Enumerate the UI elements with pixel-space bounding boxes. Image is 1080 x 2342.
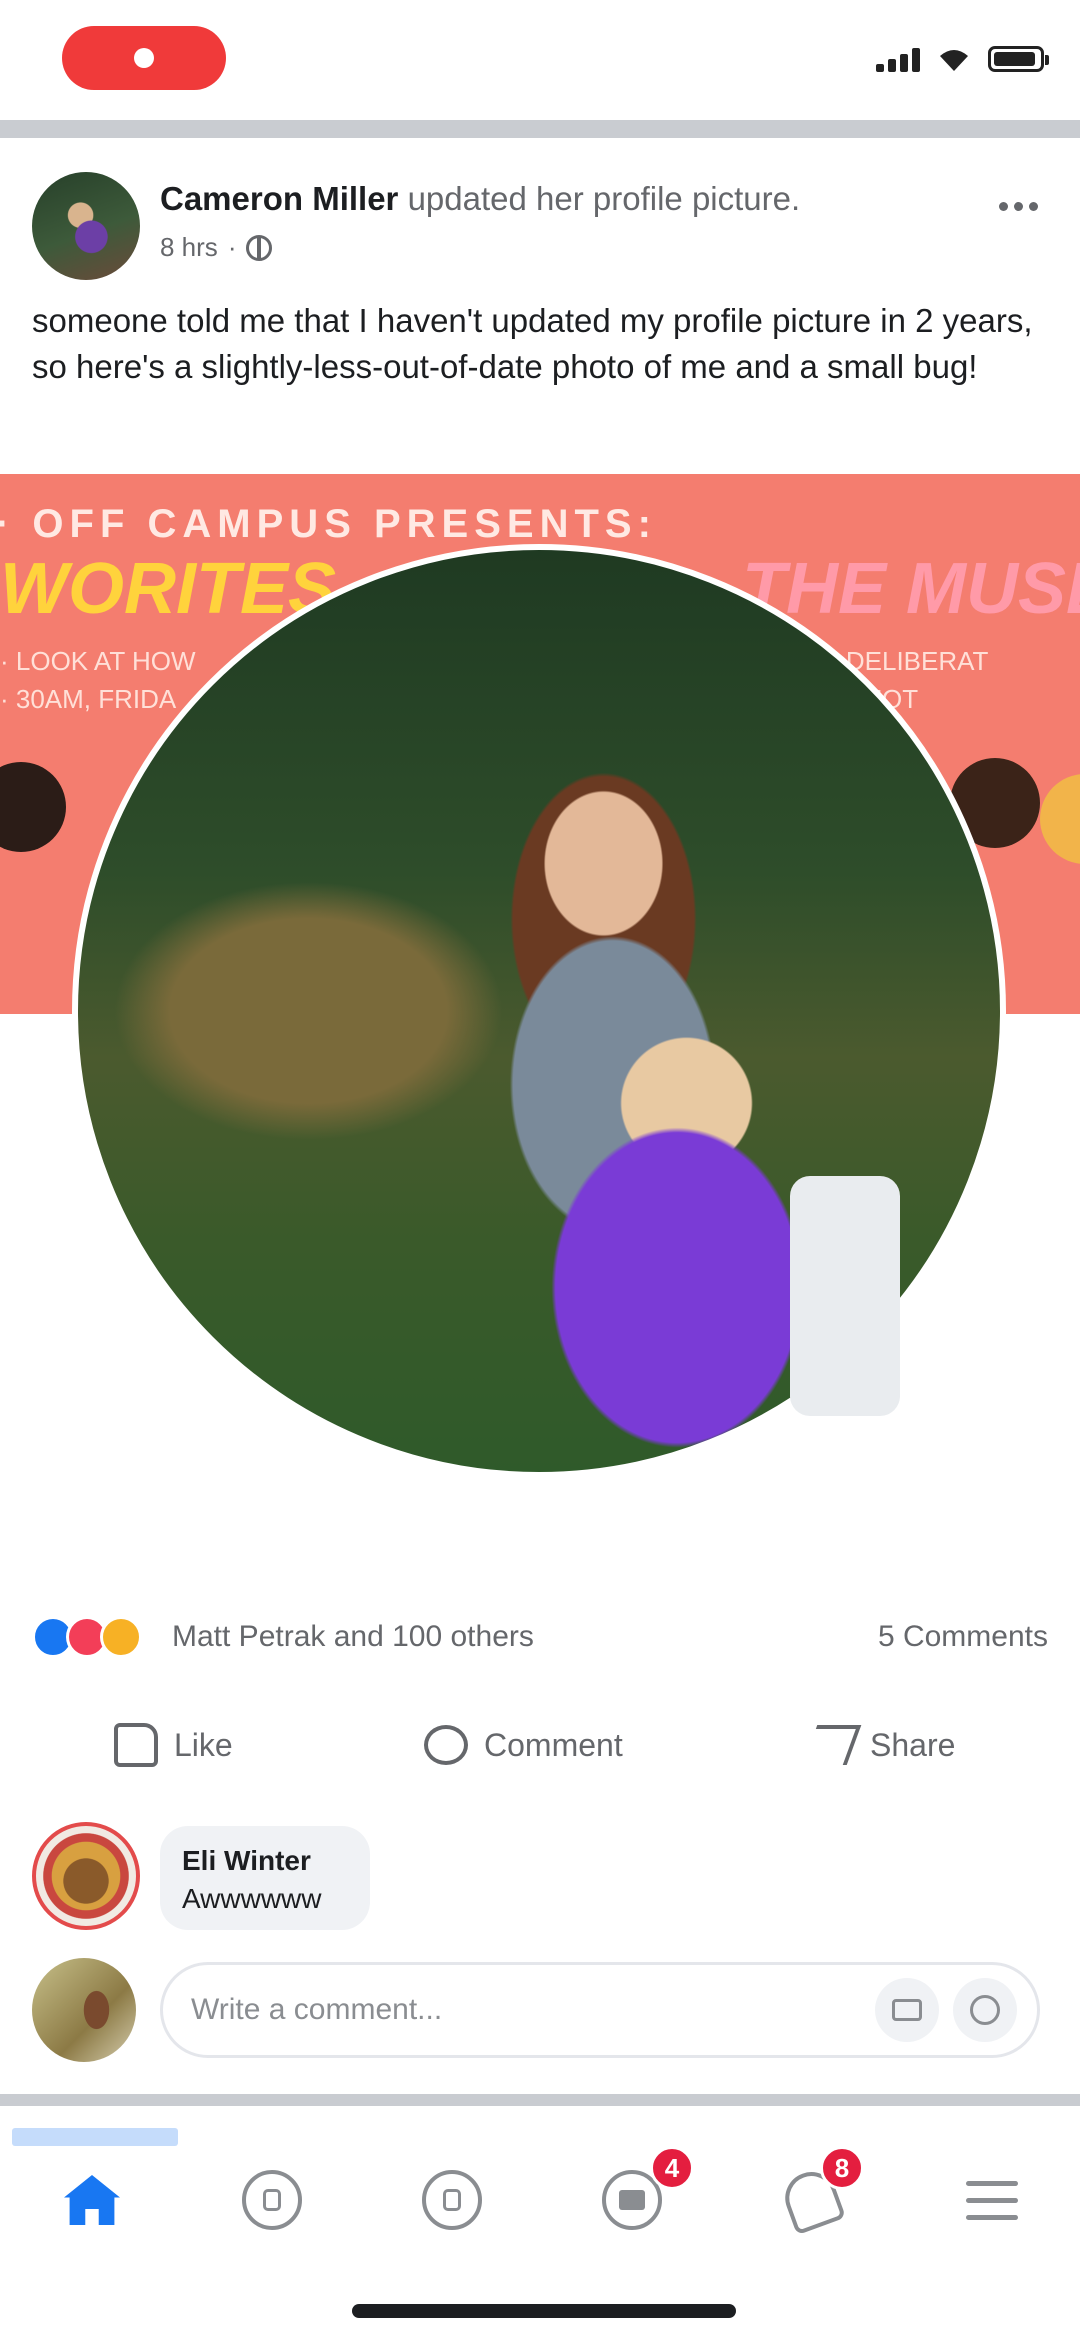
comment-input[interactable]: Write a comment... (160, 1962, 1040, 2058)
watch-icon (242, 2170, 302, 2230)
cover-person-image (0, 762, 66, 852)
haha-reaction-icon (100, 1616, 142, 1658)
battery-icon (988, 46, 1049, 72)
wifi-icon (940, 50, 968, 71)
camera-icon[interactable] (875, 1978, 939, 2042)
cover-subline-left-2: · 30AM, FRIDA (0, 684, 177, 714)
emoji-icon[interactable] (953, 1978, 1017, 2042)
section-divider (0, 2094, 1080, 2106)
dot-icon (1028, 201, 1038, 211)
post-timestamp[interactable]: 8 hrs (160, 232, 218, 263)
like-button[interactable]: Like (114, 1710, 233, 1780)
thumbs-up-icon (114, 1723, 158, 1767)
section-divider (0, 120, 1080, 138)
system-status-icons (876, 46, 1049, 72)
post-author-avatar[interactable] (32, 172, 140, 280)
comment-bubble[interactable]: Eli Winter Awwwwww (160, 1826, 370, 1930)
home-icon (64, 2175, 120, 2225)
marketplace-badge: 4 (650, 2146, 694, 2190)
hamburger-menu-icon (966, 2180, 1018, 2220)
commenter-name[interactable]: Eli Winter (182, 1845, 311, 1876)
comment-button[interactable]: Comment (424, 1710, 623, 1780)
comment-input-placeholder: Write a comment... (191, 1993, 443, 2026)
reaction-summary[interactable]: Matt Petrak and 100 others (172, 1620, 534, 1654)
photo-detail (790, 1176, 900, 1416)
screen-recording-indicator[interactable] (62, 26, 226, 90)
post-action-text: updated her profile picture. (398, 180, 801, 217)
current-user-avatar (32, 1958, 136, 2062)
comment-label: Comment (484, 1726, 623, 1763)
comments-count[interactable]: 5 Comments (878, 1620, 1048, 1654)
meta-separator: · (227, 232, 237, 262)
post-title: Cameron Miller updated her profile pictu… (160, 180, 800, 218)
post-text: someone told me that I haven't updated m… (32, 302, 1033, 385)
comment-bubble-icon (424, 1725, 468, 1765)
share-button[interactable]: Share (802, 1710, 956, 1780)
home-indicator[interactable] (352, 2304, 736, 2318)
commenter-avatar[interactable] (32, 1822, 140, 1930)
share-arrow-icon (802, 1725, 862, 1765)
cover-caption: · OFF CAMPUS PRESENTS: (0, 502, 657, 546)
nav-menu[interactable] (952, 2160, 1032, 2240)
post-author-name[interactable]: Cameron Miller (160, 180, 398, 217)
reaction-icons[interactable] (32, 1616, 142, 1658)
record-icon (134, 48, 154, 68)
cover-headline-right: THE MUSE (742, 549, 1080, 629)
public-audience-icon (246, 234, 273, 261)
groups-icon (422, 2170, 482, 2230)
cover-person-image (1040, 774, 1080, 864)
comment-text: Awwwwww (182, 1883, 322, 1914)
cellular-signal-icon (876, 48, 920, 72)
nav-watch[interactable] (232, 2160, 312, 2240)
like-label: Like (174, 1726, 233, 1763)
post-options-button[interactable] (988, 186, 1048, 226)
cover-subline-left: · LOOK AT HOW (0, 646, 196, 676)
share-label: Share (870, 1726, 956, 1763)
dot-icon (998, 201, 1008, 211)
post-meta: 8 hrs · (160, 232, 273, 263)
nav-home[interactable] (52, 2160, 132, 2240)
nav-groups[interactable] (412, 2160, 492, 2240)
active-tab-indicator (12, 2128, 178, 2146)
notifications-badge: 8 (820, 2146, 864, 2190)
dot-icon (1013, 201, 1023, 211)
